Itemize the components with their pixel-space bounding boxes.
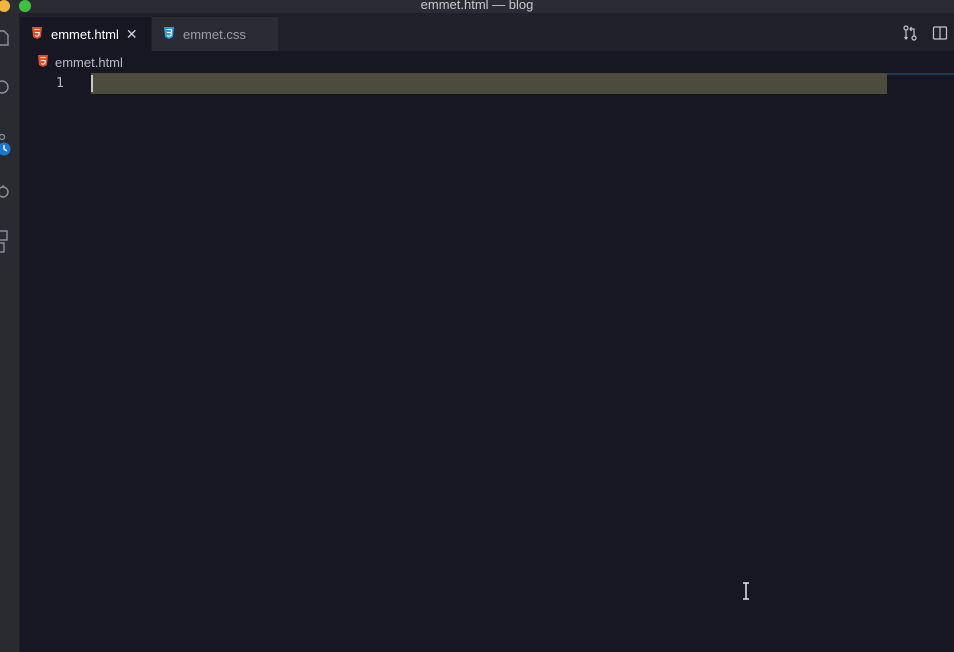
css3-icon — [164, 26, 174, 42]
zoom-window-button[interactable] — [19, 0, 31, 12]
open-changes-icon[interactable] — [902, 25, 918, 46]
window-title: emmet.html — blog — [420, 0, 534, 12]
source-control-icon[interactable] — [0, 133, 11, 156]
current-line-border — [887, 73, 954, 75]
tab-label: emmet.html — [51, 26, 119, 42]
search-icon[interactable] — [0, 79, 10, 95]
tab-emmet-css[interactable]: emmet.css — [152, 17, 278, 51]
breadcrumb-file[interactable]: emmet.html — [55, 55, 123, 70]
extensions-icon[interactable] — [0, 229, 10, 253]
minimize-window-button[interactable] — [0, 0, 10, 12]
html5-icon — [38, 54, 48, 70]
close-icon[interactable]: ✕ — [126, 27, 138, 41]
text-cursor — [91, 75, 93, 92]
editor-actions — [902, 25, 948, 46]
breadcrumb: emmet.html — [20, 51, 954, 73]
tab-emmet-html[interactable]: emmet.html ✕ — [20, 17, 151, 51]
current-line-highlight — [91, 73, 887, 94]
tab-label: emmet.css — [183, 26, 246, 42]
debug-icon[interactable] — [0, 183, 10, 199]
html5-icon — [32, 26, 42, 42]
code-editor[interactable]: 1 — [20, 73, 954, 652]
activity-bar — [0, 13, 20, 652]
line-number: 1 — [56, 76, 64, 91]
ibeam-cursor-icon — [741, 582, 751, 600]
split-editor-icon[interactable] — [932, 25, 948, 46]
editor-tab-bar: emmet.html ✕ emmet.css — [20, 13, 954, 51]
files-icon[interactable] — [0, 29, 10, 46]
window-titlebar: emmet.html — blog — [0, 0, 954, 13]
